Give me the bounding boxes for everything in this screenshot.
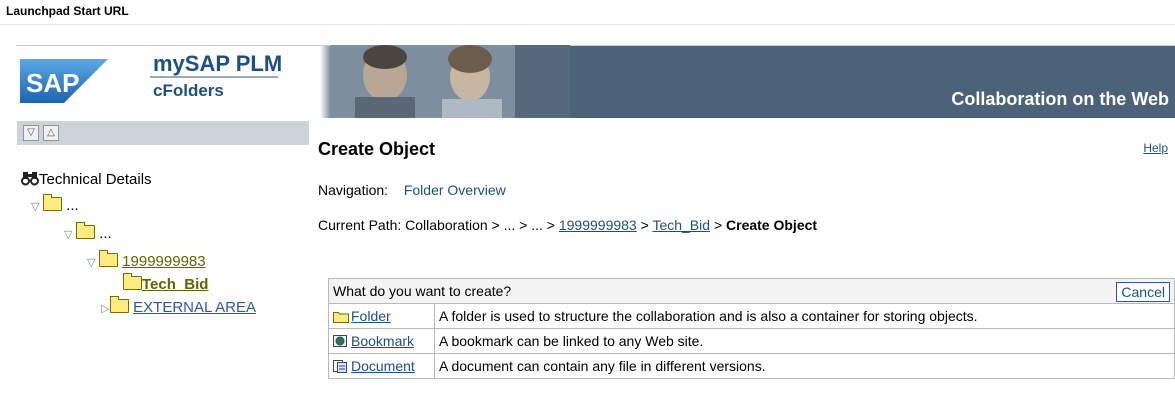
product-subname: cFolders — [153, 81, 224, 100]
expand-toggle-icon[interactable]: ▽ — [31, 198, 43, 216]
tree-node[interactable]: ▽ ... — [31, 194, 79, 216]
folder-tree: Technical Details ▽ ... ▽ ... ▽ 19999999… — [17, 150, 309, 409]
create-question: What do you want to create? — [333, 283, 512, 299]
binoculars-icon — [21, 172, 39, 186]
document-icon — [333, 360, 347, 373]
folder-icon — [333, 312, 349, 323]
folder-icon — [99, 250, 118, 267]
tree-node-label[interactable]: ... — [99, 225, 112, 242]
navigation-label: Navigation: — [318, 182, 389, 198]
table-cell: A bookmark can be linked to any Web site… — [434, 328, 1175, 354]
table-row: Bookmark A bookmark can be linked to any… — [328, 328, 1175, 354]
expand-all-button[interactable]: ▽ — [23, 125, 39, 141]
folder-icon — [110, 296, 129, 313]
table-header-row: What do you want to create? Cancel — [328, 278, 1175, 304]
top-strip — [0, 24, 1175, 46]
path-separator: > — [640, 217, 649, 233]
tree-node[interactable]: ▽ ... — [64, 222, 112, 244]
launchpad-title: Launchpad Start URL — [6, 4, 129, 18]
tree-node-label[interactable]: ... — [66, 197, 79, 214]
folder-open-icon — [123, 273, 142, 290]
path-prefix: Collaboration > ... > ... > — [405, 217, 555, 233]
navigation-row: Navigation: Folder Overview — [318, 182, 506, 198]
product-name: mySAP PLM — [153, 51, 283, 76]
tree-root: Technical Details — [21, 170, 152, 189]
expand-arrow-icon[interactable]: ▷ — [101, 300, 110, 318]
app-header: SAP mySAP PLM cFolders Collaboration on … — [0, 45, 1175, 118]
folder-icon — [76, 222, 95, 239]
tree-node-selected[interactable]: Tech_Bid — [123, 273, 208, 294]
table-cell: A document can contain any file in diffe… — [434, 353, 1175, 379]
launchpad-bar: Launchpad Start URL — [0, 0, 1175, 24]
expand-toggle-icon[interactable]: ▽ — [87, 254, 99, 272]
create-object-table: What do you want to create? Cancel Folde… — [328, 278, 1175, 379]
page-title: Create Object — [318, 139, 436, 159]
bookmark-icon — [333, 335, 347, 347]
path-label: Current Path: — [318, 217, 402, 233]
header-photo — [330, 45, 570, 118]
tree-toolbar: ▽ △ — [17, 121, 309, 145]
svg-text:SAP: SAP — [26, 68, 79, 98]
folder-overview-link[interactable]: Folder Overview — [404, 182, 506, 198]
table-row: Folder A folder is used to structure the… — [328, 303, 1175, 329]
create-folder-link[interactable]: Folder — [351, 308, 391, 324]
tree-node[interactable]: ▷ EXTERNAL AREA — [101, 296, 256, 318]
breadcrumb: Current Path: Collaboration > ... > ... … — [318, 217, 817, 233]
tree-root-label: Technical Details — [39, 171, 152, 188]
tree-node-link[interactable]: Tech_Bid — [142, 276, 208, 293]
tree-node-link[interactable]: 1999999983 — [122, 253, 205, 270]
expand-toggle-icon[interactable]: ▽ — [64, 226, 76, 244]
path-separator: > — [713, 217, 723, 233]
table-row: Document A document can contain any file… — [328, 353, 1175, 379]
create-bookmark-link[interactable]: Bookmark — [351, 333, 414, 349]
collapse-all-button[interactable]: △ — [43, 125, 59, 141]
path-link-tech-bid[interactable]: Tech_Bid — [652, 217, 710, 233]
path-link-folder[interactable]: 1999999983 — [559, 217, 637, 233]
folder-icon — [43, 194, 62, 211]
cancel-button[interactable]: Cancel — [1116, 282, 1170, 302]
tree-node-link[interactable]: EXTERNAL AREA — [133, 299, 256, 316]
create-document-link[interactable]: Document — [351, 358, 415, 374]
header-tagline: Collaboration on the Web — [951, 89, 1169, 109]
help-link[interactable]: Help — [1143, 141, 1168, 155]
sap-logo: SAP — [20, 59, 108, 103]
tree-node[interactable]: ▽ 1999999983 — [87, 250, 206, 272]
table-cell: A folder is used to structure the collab… — [434, 303, 1175, 329]
path-current: Create Object — [726, 217, 818, 233]
